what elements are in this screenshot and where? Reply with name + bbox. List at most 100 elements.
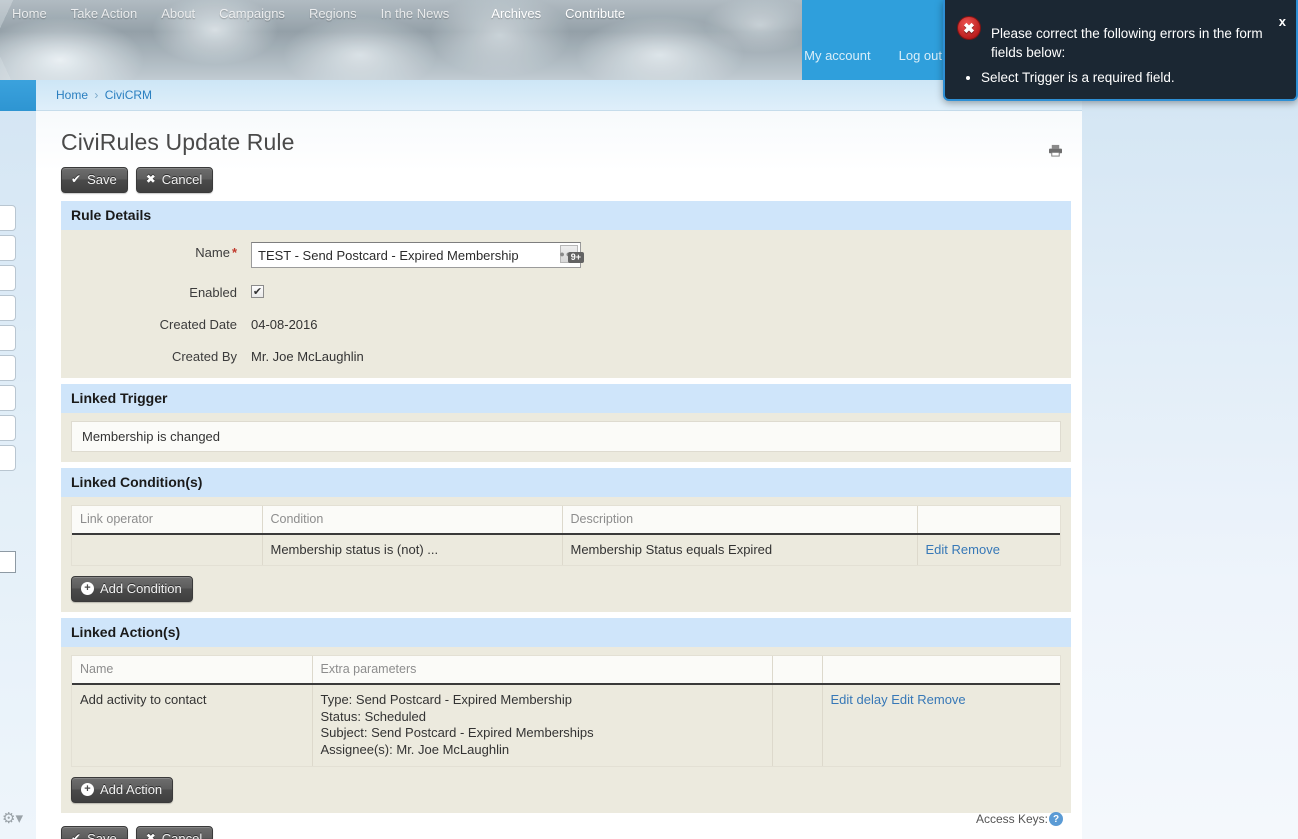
table-row: Add activity to contact Type: Send Postc… xyxy=(72,684,1060,766)
breadcrumb: Home › CiviCRM xyxy=(56,88,152,102)
gear-icon[interactable]: ⚙▾ xyxy=(2,811,23,826)
breadcrumb-separator: › xyxy=(94,88,99,102)
error-list: Select Trigger is a required field. xyxy=(957,68,1282,87)
nav-item-regions[interactable]: Regions xyxy=(297,0,369,28)
action-remove-link[interactable]: Remove xyxy=(917,692,965,707)
name-label: Name * xyxy=(71,242,251,260)
section-header-linked-conditions: Linked Condition(s) xyxy=(61,468,1071,497)
condition-remove-link[interactable]: Remove xyxy=(952,542,1000,557)
close-x-icon: ✖ xyxy=(145,172,156,186)
sidebar-box[interactable] xyxy=(0,295,16,321)
add-action-button[interactable]: + Add Action xyxy=(71,777,174,803)
save-button-top[interactable]: ✔ Save xyxy=(61,167,128,193)
conditions-header-row: Link operator Condition Description xyxy=(72,506,1060,535)
cancel-button-bottom[interactable]: ✖ Cancel xyxy=(135,826,214,839)
print-icon[interactable] xyxy=(1048,144,1063,157)
created-by-value: Mr. Joe McLaughlin xyxy=(251,349,364,364)
sidebar-box[interactable] xyxy=(0,385,16,411)
save-button-bottom[interactable]: ✔ Save xyxy=(61,826,128,839)
action-edit-delay-link[interactable]: Edit delay xyxy=(831,692,888,707)
trigger-value[interactable]: Membership is changed xyxy=(71,421,1061,452)
form-row-created-by: Created By Mr. Joe McLaughlin xyxy=(71,346,1061,364)
form-row-enabled: Enabled ✔ xyxy=(71,282,1061,300)
section-header-rule-details: Rule Details xyxy=(61,201,1071,230)
app-root: Home Take Action About Campaigns Regions… xyxy=(0,0,1298,839)
breadcrumb-civicrm[interactable]: CiviCRM xyxy=(105,88,152,102)
user-links[interactable]: My account Log out xyxy=(804,48,942,63)
cell-condition-actions: Edit Remove xyxy=(917,534,1060,565)
param-type: Type: Send Postcard - Expired Membership xyxy=(320,692,572,707)
nav-item-take-action[interactable]: Take Action xyxy=(59,0,150,28)
nav-item-archives[interactable]: Archives xyxy=(479,0,553,28)
col-description: Description xyxy=(562,506,918,535)
check-icon: ✔ xyxy=(71,831,82,839)
enabled-checkbox[interactable]: ✔ xyxy=(251,285,264,298)
name-input[interactable] xyxy=(251,242,581,268)
section-header-linked-actions: Linked Action(s) xyxy=(61,618,1071,647)
sidebar-box[interactable] xyxy=(0,235,16,261)
col-link-operator: Link operator xyxy=(72,506,263,535)
close-icon[interactable]: x xyxy=(1279,14,1286,29)
sidebar-input[interactable] xyxy=(0,551,16,573)
section-body-linked-conditions: Link operator Condition Description Memb… xyxy=(61,497,1071,612)
section-header-linked-trigger: Linked Trigger xyxy=(61,384,1071,413)
my-account-link[interactable]: My account xyxy=(804,48,870,63)
nav-item-campaigns[interactable]: Campaigns xyxy=(207,0,297,28)
civicrm-form: ✔ Save ✖ Cancel Rule Details Name * TEST… xyxy=(61,167,1071,839)
cell-action-name: Add activity to contact xyxy=(72,684,313,766)
col-action-name: Name xyxy=(72,656,313,685)
sidebar-box[interactable] xyxy=(0,445,16,471)
main-navigation[interactable]: Home Take Action About Campaigns Regions… xyxy=(0,0,1082,28)
cancel-button-label: Cancel xyxy=(161,831,203,839)
help-icon[interactable]: ? xyxy=(1049,812,1063,826)
nav-item-home[interactable]: Home xyxy=(0,0,59,28)
breadcrumb-bar: Home › CiviCRM xyxy=(36,80,1082,111)
log-out-link[interactable]: Log out xyxy=(899,48,942,63)
nav-item-in-the-news[interactable]: In the News xyxy=(369,0,462,28)
table-row: Membership status is (not) ... Membershi… xyxy=(72,534,1060,565)
nav-item-contribute[interactable]: Contribute xyxy=(553,0,637,28)
sidebar-box[interactable] xyxy=(0,355,16,381)
name-input-wrapper: ●●● 9+ xyxy=(251,242,584,268)
sidebar-box[interactable] xyxy=(0,265,16,291)
add-condition-label: Add Condition xyxy=(100,581,182,596)
password-manager-badge: 9+ xyxy=(567,252,584,263)
page-title: CiviRules Update Rule xyxy=(61,129,295,155)
param-subject: Subject: Send Postcard - Expired Members… xyxy=(320,725,594,740)
cancel-button-top[interactable]: ✖ Cancel xyxy=(135,167,214,193)
left-sidebar-partial: ⚙▾ xyxy=(0,111,36,839)
save-button-label: Save xyxy=(87,172,117,187)
section-body-linked-actions: Name Extra parameters Add activity to co… xyxy=(61,647,1071,813)
sidebar-box[interactable] xyxy=(0,325,16,351)
check-icon: ✔ xyxy=(71,172,82,186)
close-x-icon: ✖ xyxy=(145,831,156,839)
top-button-row: ✔ Save ✖ Cancel xyxy=(61,167,1071,193)
form-row-created-date: Created Date 04-08-2016 xyxy=(71,314,1061,332)
col-extra-parameters: Extra parameters xyxy=(312,656,773,685)
conditions-table-wrapper: Link operator Condition Description Memb… xyxy=(71,505,1061,566)
section-body-linked-trigger: Membership is changed xyxy=(61,413,1071,462)
main-content: CiviRules Update Rule ✔ Save ✖ Cancel Ru… xyxy=(36,111,1082,839)
nav-item-about[interactable]: About xyxy=(149,0,207,28)
add-condition-button[interactable]: + Add Condition xyxy=(71,576,193,602)
error-list-item: Select Trigger is a required field. xyxy=(981,68,1282,87)
action-edit-link[interactable]: Edit xyxy=(891,692,913,707)
col-condition: Condition xyxy=(262,506,563,535)
param-status: Status: Scheduled xyxy=(320,708,427,724)
col-action-actions xyxy=(822,656,1060,685)
col-action-spacer xyxy=(772,656,823,685)
condition-edit-link[interactable]: Edit xyxy=(926,542,948,557)
cell-description: Membership Status equals Expired xyxy=(562,534,918,565)
left-blue-strip xyxy=(0,80,36,111)
cell-link-operator xyxy=(72,534,263,565)
plus-circle-icon: + xyxy=(81,783,94,796)
col-condition-actions xyxy=(917,506,1060,535)
error-notification-popup: ✖ Please correct the following errors in… xyxy=(943,0,1298,101)
breadcrumb-home[interactable]: Home xyxy=(56,88,88,102)
name-label-text: Name xyxy=(195,245,230,260)
sidebar-box[interactable] xyxy=(0,415,16,441)
enabled-label: Enabled xyxy=(189,285,237,300)
created-by-label: Created By xyxy=(171,349,237,364)
sidebar-box[interactable] xyxy=(0,205,16,231)
add-condition-row: + Add Condition xyxy=(71,576,1061,602)
